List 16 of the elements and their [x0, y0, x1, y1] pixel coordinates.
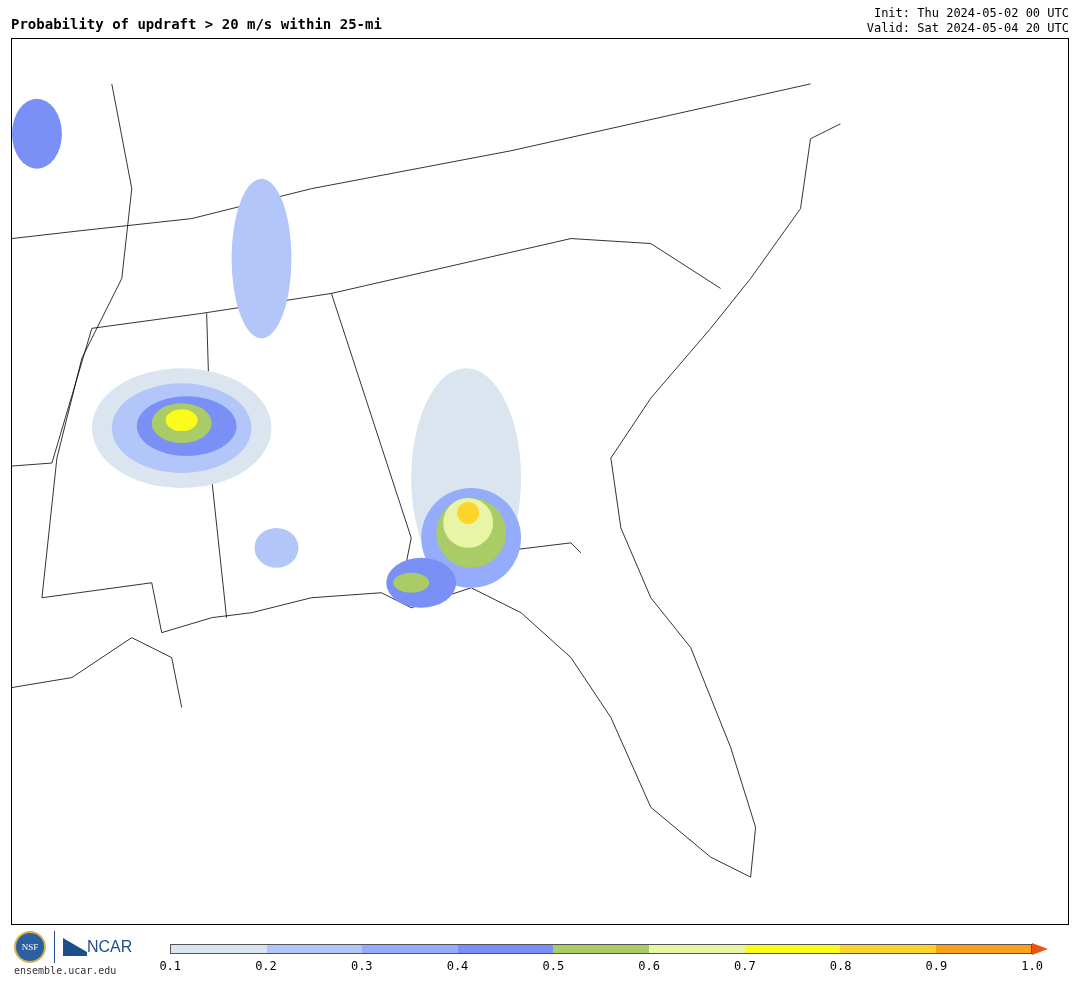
map-title: Probability of updraft > 20 m/s within 25-mi: [11, 16, 382, 34]
colorbar-tick-label: 0.4: [445, 959, 470, 973]
nsf-logo: NSF: [14, 931, 46, 963]
colorbar-tick-label: 0.9: [924, 959, 949, 973]
colorbar-tick-label: 0.2: [254, 959, 278, 973]
colorbar-tick-label: 0.1: [158, 959, 183, 973]
colorbar-tick-label: 0.3: [349, 959, 374, 973]
colorbar-tick-label: 0.7: [732, 959, 757, 973]
colorbar-tick-label: 0.8: [828, 959, 853, 973]
valid-time: Valid: Sat 2024-05-04 20 UTC: [866, 21, 1069, 36]
colorbar-tick-label: 0.5: [541, 959, 566, 973]
ncar-logo: NCAR: [63, 938, 133, 956]
colorbar-tick-label: 0.6: [637, 959, 661, 973]
website-url: ensemble.ucar.edu: [14, 965, 118, 976]
init-time: Init: Thu 2024-05-02 00 UTC: [872, 6, 1069, 21]
colorbar-tick-label: 1.0: [1020, 959, 1044, 973]
